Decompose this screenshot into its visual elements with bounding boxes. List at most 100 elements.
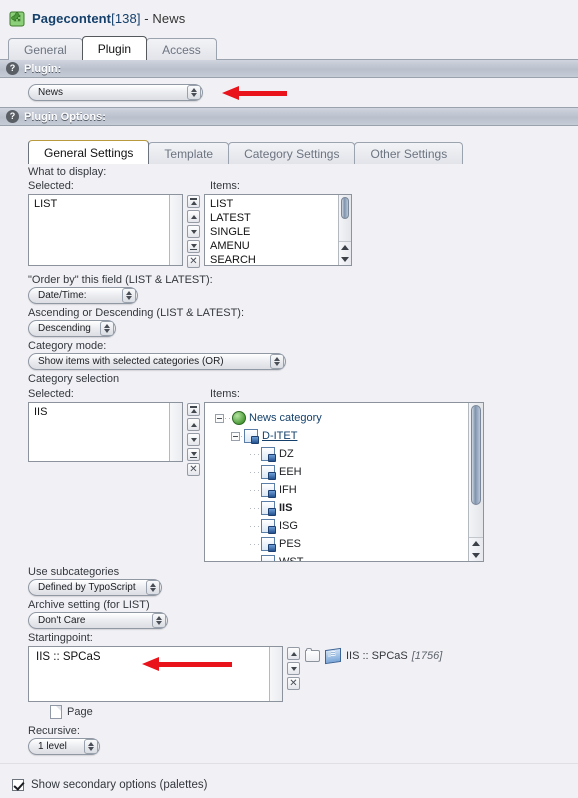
asc-desc-label: Ascending or Descending (LIST & LATEST): xyxy=(28,307,245,319)
asc-desc-select[interactable]: Descending xyxy=(28,320,116,337)
category-mode-value: Show items with selected categories (OR) xyxy=(38,356,224,367)
move-up-button[interactable] xyxy=(187,418,200,431)
move-up-button[interactable] xyxy=(287,647,300,660)
category-mode-select[interactable]: Show items with selected categories (OR) xyxy=(28,353,286,370)
category-tree[interactable]: ·· News category · D-ITET ··· DZ ··· EEH… xyxy=(204,402,484,562)
record-type-label: Pagecontent xyxy=(32,11,112,26)
archive-setting-select[interactable]: Don't Care xyxy=(28,612,168,629)
chevron-updown-icon xyxy=(100,321,114,336)
collapse-icon[interactable] xyxy=(215,413,224,423)
tab-plugin[interactable]: Plugin xyxy=(81,36,148,60)
tree-item[interactable]: ··· EEH xyxy=(215,463,483,481)
move-to-top-button[interactable] xyxy=(187,403,200,416)
list-item[interactable]: LIST xyxy=(31,197,182,211)
move-to-top-button[interactable] xyxy=(187,195,200,208)
remove-item-button[interactable]: ✕ xyxy=(187,255,200,268)
tree-item[interactable]: · D-ITET xyxy=(215,427,483,445)
scrollbar-thumb[interactable] xyxy=(471,405,481,505)
recursive-group: Recursive: 1 level xyxy=(0,724,578,755)
what-to-display-items-label: Items: xyxy=(210,180,240,192)
what-to-display-items-list[interactable]: LIST LATEST SINGLE AMENU SEARCH CATMENU xyxy=(204,194,352,266)
tree-item[interactable]: ··· IFH xyxy=(215,481,483,499)
category-selected-list[interactable]: IIS xyxy=(28,402,183,462)
remove-item-button[interactable]: ✕ xyxy=(187,463,200,476)
category-doc-icon xyxy=(261,519,276,534)
scrollbar[interactable] xyxy=(269,647,282,701)
archive-setting-label: Archive setting (for LIST) xyxy=(28,599,150,611)
plugin-section-title: Plugin: xyxy=(24,62,62,75)
chevron-updown-icon xyxy=(270,354,284,369)
scrollbar[interactable] xyxy=(338,195,351,265)
move-to-bottom-button[interactable] xyxy=(187,448,200,461)
tab-general-settings[interactable]: General Settings xyxy=(28,140,150,164)
show-secondary-options-checkbox[interactable] xyxy=(12,779,24,791)
page-title: Pagecontent[138] - News xyxy=(32,11,185,26)
tree-item-label[interactable]: EEH xyxy=(279,466,302,478)
tree-item-label[interactable]: PES xyxy=(279,538,301,550)
list-item[interactable]: LIST xyxy=(207,197,351,211)
question-mark-icon[interactable]: ? xyxy=(6,62,19,75)
what-to-display-group: What to display: Selected: Items: xyxy=(0,165,578,193)
list-item[interactable]: IIS xyxy=(31,405,182,419)
collapse-icon[interactable] xyxy=(231,431,240,441)
tab-access[interactable]: Access xyxy=(146,38,217,60)
move-down-button[interactable] xyxy=(187,225,200,238)
plugin-select[interactable]: News xyxy=(28,84,203,101)
list-item[interactable]: LATEST xyxy=(207,211,351,225)
category-tree-body: ·· News category · D-ITET ··· DZ ··· EEH… xyxy=(205,403,483,561)
tree-item-selected[interactable]: ··· IIS xyxy=(215,499,483,517)
move-down-button[interactable] xyxy=(287,662,300,675)
what-to-display-selected-list[interactable]: LIST xyxy=(28,194,183,266)
recursive-select[interactable]: 1 level xyxy=(28,738,100,755)
plugin-options-section-title: Plugin Options: xyxy=(24,110,106,123)
tree-item[interactable]: ·· News category xyxy=(215,409,483,427)
tree-connector: ··· xyxy=(249,503,261,513)
list-item[interactable]: AMENU xyxy=(207,239,351,253)
plugin-section-header: ? Plugin: xyxy=(0,59,578,78)
plugin-select-value: News xyxy=(38,87,64,98)
tree-connector: ··· xyxy=(249,539,261,549)
scrollbar[interactable] xyxy=(169,403,182,461)
list-item[interactable]: SINGLE xyxy=(207,225,351,239)
tree-connector: ··· xyxy=(249,521,261,531)
remove-item-button[interactable]: ✕ xyxy=(287,677,300,690)
chevron-updown-icon xyxy=(152,613,166,628)
startingpoint-page-row: Page xyxy=(0,705,578,719)
startingpoint-row: IIS :: SPCaS ✕ IIS :: SPCaS [1756] xyxy=(0,646,578,702)
use-subcategories-select[interactable]: Defined by TypoScript xyxy=(28,579,162,596)
folder-icon[interactable] xyxy=(305,648,320,662)
tree-item-label[interactable]: IIS xyxy=(279,502,292,514)
tree-item-label[interactable]: ISG xyxy=(279,520,298,532)
scrollbar-thumb[interactable] xyxy=(341,197,349,219)
scrollbar[interactable] xyxy=(468,403,483,561)
scrollbar[interactable] xyxy=(169,195,182,265)
chevron-updown-icon xyxy=(84,739,98,754)
tab-template[interactable]: Template xyxy=(148,142,230,164)
tree-connector: ··· xyxy=(249,485,261,495)
tree-item[interactable]: ··· WST xyxy=(215,553,483,561)
use-subcategories-value: Defined by TypoScript xyxy=(38,582,136,593)
tree-item-label[interactable]: WST xyxy=(279,556,303,561)
order-by-select[interactable]: Date/Time: xyxy=(28,287,138,304)
tab-category-settings[interactable]: Category Settings xyxy=(228,142,356,164)
startingpoint-list[interactable]: IIS :: SPCaS xyxy=(28,646,283,702)
list-item[interactable]: SEARCH xyxy=(207,253,351,265)
question-mark-icon[interactable]: ? xyxy=(6,110,19,123)
tree-item[interactable]: ··· ISG xyxy=(215,517,483,535)
what-to-display-selected-label: Selected: xyxy=(28,180,74,192)
move-up-button[interactable] xyxy=(187,210,200,223)
tree-item-label[interactable]: D-ITET xyxy=(262,430,297,442)
tree-item-label[interactable]: IFH xyxy=(279,484,297,496)
tree-item[interactable]: ··· PES xyxy=(215,535,483,553)
category-items-label: Items: xyxy=(210,388,240,400)
scrollbar-buttons[interactable] xyxy=(339,241,351,265)
tab-general[interactable]: General xyxy=(8,38,83,60)
tree-item[interactable]: ··· DZ xyxy=(215,445,483,463)
order-by-group: "Order by" this field (LIST & LATEST): D… xyxy=(0,273,578,304)
tab-other-settings[interactable]: Other Settings xyxy=(354,142,464,164)
move-down-button[interactable] xyxy=(187,433,200,446)
move-to-bottom-button[interactable] xyxy=(187,240,200,253)
startingpoint-page-icon xyxy=(325,647,341,665)
scrollbar-buttons[interactable] xyxy=(469,537,483,561)
tree-item-label[interactable]: DZ xyxy=(279,448,294,460)
